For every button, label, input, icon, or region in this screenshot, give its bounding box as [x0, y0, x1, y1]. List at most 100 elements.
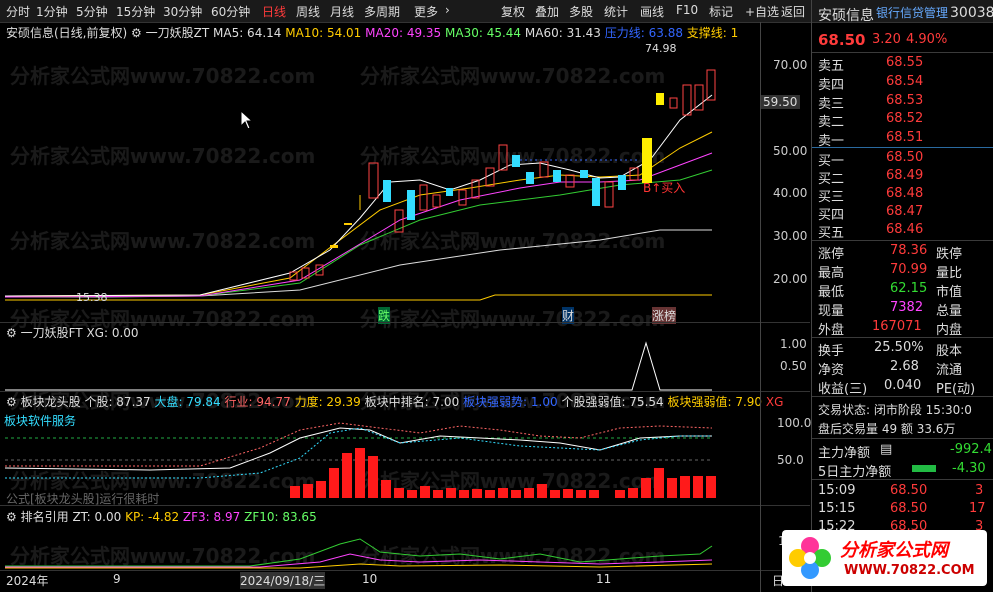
price-change: 3.20: [872, 32, 901, 47]
tab-fenshi[interactable]: 分时: [6, 3, 30, 20]
sub1-chart: [5, 341, 712, 391]
bid-price: 68.46: [886, 222, 924, 237]
stat-label: 净资: [818, 363, 845, 378]
tick-price: 68.50: [890, 483, 928, 498]
draw-line-button[interactable]: 画线: [640, 3, 664, 20]
add-favorite-button[interactable]: +自选: [745, 3, 779, 20]
ma5-line: [4, 94, 713, 297]
stat-label: 总量: [936, 304, 963, 319]
tab-5min[interactable]: 5分钟: [76, 3, 108, 20]
sub3-title[interactable]: 排名引用: [21, 510, 69, 524]
overlay-button[interactable]: 叠加: [535, 3, 559, 20]
bid-price: 68.48: [886, 186, 924, 201]
sub2-title[interactable]: 板块龙头股: [21, 395, 81, 409]
main-net-value: -992.4: [950, 442, 992, 457]
stat-label: 量比: [936, 266, 963, 281]
multi-stock-button[interactable]: 多股: [569, 3, 593, 20]
flower-icon: [789, 537, 831, 579]
main5-label: 5日主力净额: [818, 465, 892, 480]
bankuai-strength-value: 板块强弱值: 7.90: [667, 395, 763, 409]
stat-value: 2.68: [890, 359, 919, 374]
y-label: 50.00: [773, 144, 808, 158]
buy-signal-label: B↑买入: [643, 181, 685, 195]
high-label: 74.98: [645, 42, 677, 55]
stock-code: 30038: [950, 5, 993, 21]
xunshi-value: 板块强弱势: 1.00: [463, 395, 558, 409]
back-button[interactable]: 返回: [781, 3, 805, 20]
ma60-line: [5, 229, 712, 298]
stock-sector[interactable]: 银行信贷管理: [876, 4, 948, 21]
stat-value: 70.99: [890, 262, 928, 277]
fuquan-button[interactable]: 复权: [501, 3, 525, 20]
tab-15min[interactable]: 15分钟: [116, 3, 155, 20]
gear-icon[interactable]: ⚙: [6, 395, 17, 409]
sub1-header: ⚙ 一刀妖股FT XG: 0.00: [6, 324, 139, 341]
stat-label: 最低: [818, 285, 845, 300]
ask-price: 68.53: [886, 93, 924, 108]
f10-button[interactable]: F10: [676, 3, 698, 17]
y-label: 30.00: [773, 229, 808, 243]
tab-1min[interactable]: 1分钟: [36, 3, 68, 20]
chevron-down-icon[interactable]: ›: [445, 3, 450, 17]
candlestick-chart[interactable]: 74.98 15.38 B↑买入: [0, 40, 810, 322]
bid-label: 买一: [818, 154, 845, 169]
stat-value: 167071: [872, 319, 922, 334]
mark-button[interactable]: 标记: [709, 3, 733, 20]
y-label: 100.0: [777, 416, 812, 430]
gear-icon[interactable]: ⚙: [6, 326, 17, 340]
indicator-name[interactable]: 一刀妖股ZT: [146, 26, 210, 40]
gegu-strength-value: 个股强弱值: 75.54: [561, 395, 664, 409]
tab-weekly[interactable]: 周线: [296, 3, 320, 20]
stat-value: 25.50%: [874, 340, 924, 355]
stat-label: 涨停: [818, 247, 845, 262]
sub1-title[interactable]: 一刀妖股FT: [21, 326, 83, 340]
stat-value: 7382: [890, 300, 924, 315]
tab-monthly[interactable]: 月线: [330, 3, 354, 20]
bid-label: 买三: [818, 190, 845, 205]
y-label: 0.50: [780, 359, 807, 373]
bid-price: 68.50: [886, 150, 924, 165]
main5-bar: [912, 465, 936, 472]
stat-label: 收益(三): [818, 382, 868, 397]
stat-label: 最高: [818, 266, 845, 281]
x-label: 10: [362, 572, 378, 586]
gear-icon[interactable]: ⚙: [6, 510, 17, 524]
ma5-value: MA5: 64.14: [213, 26, 282, 40]
main-chart-header: 安硕信息(日线,前复权) ⚙ 一刀妖股ZT MA5: 64.14 MA10: 5…: [6, 24, 738, 41]
sub3-header: ⚙ 排名引用 ZT: 0.00 KP: -4.82 ZF3: 8.97 ZF10…: [6, 508, 317, 525]
gear-icon[interactable]: ⚙: [131, 26, 142, 40]
list-icon[interactable]: ▤: [880, 442, 892, 457]
tick-volume: 17: [969, 501, 986, 516]
tab-30min[interactable]: 30分钟: [163, 3, 202, 20]
tab-daily[interactable]: 日线: [262, 3, 286, 20]
bid-label: 买二: [818, 172, 845, 187]
x-label: 11: [596, 572, 612, 586]
gegu-value: 个股: 87.37: [84, 395, 151, 409]
zf10-line: [5, 538, 713, 567]
stat-value: 78.36: [890, 243, 928, 258]
tab-more[interactable]: 更多: [414, 3, 438, 20]
tab-60min[interactable]: 60分钟: [211, 3, 250, 20]
tick-time: 15:15: [818, 501, 856, 516]
stat-label: 现量: [818, 304, 845, 319]
y-label: 70.00: [773, 58, 808, 72]
sub2-chart: [4, 422, 716, 498]
strength-bars: [290, 448, 716, 498]
ask-label: 卖二: [818, 115, 845, 130]
main-net-label: 主力净额: [818, 446, 871, 461]
stat-label: 换手: [818, 344, 845, 359]
trade-status: 交易状态: 闭市阶段 15:30:0: [818, 403, 972, 417]
stats-button[interactable]: 统计: [604, 3, 628, 20]
x-label: 9: [113, 572, 121, 586]
y-label: 50.0: [777, 453, 804, 467]
lidu-value: 力度: 29.39: [294, 395, 361, 409]
tab-multi-period[interactable]: 多周期: [364, 3, 400, 20]
stat-label: 外盘: [818, 323, 845, 338]
after-hours-volume: 盘后交易量 49 额 33.6万: [818, 422, 956, 436]
stock-name: 安硕信息: [818, 8, 874, 24]
bid-label: 买五: [818, 226, 845, 241]
price-change-pct: 4.90%: [906, 32, 948, 47]
ask-price: 68.51: [886, 130, 924, 145]
stat-value: 62.15: [890, 281, 928, 296]
logo-url: WWW.70822.COM: [844, 563, 975, 578]
